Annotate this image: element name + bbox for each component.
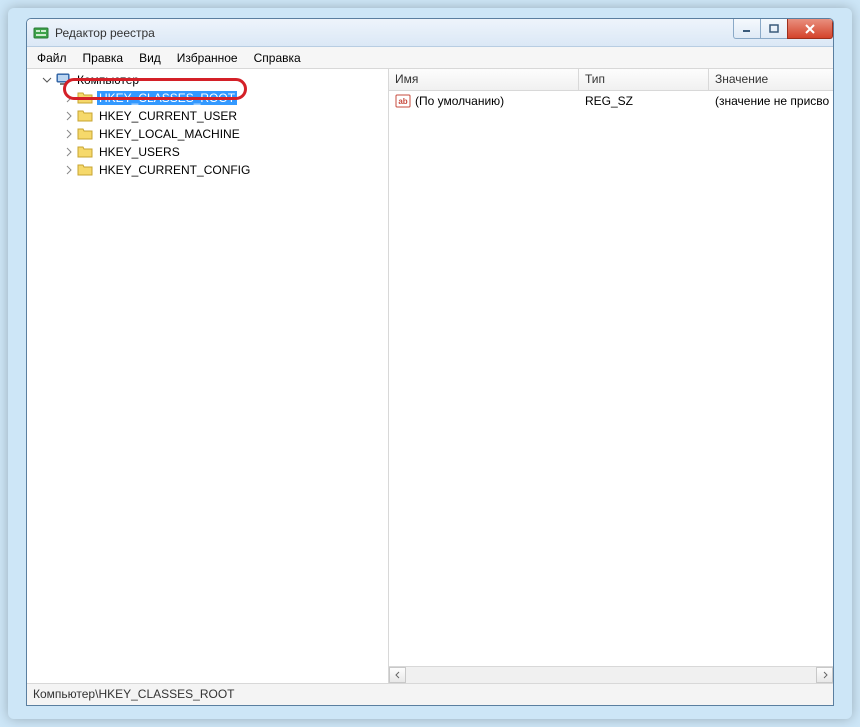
maximize-button[interactable] (760, 19, 788, 39)
window-title: Редактор реестра (55, 26, 155, 40)
tree-root[interactable]: Компьютер (29, 71, 388, 89)
tree-item-hku[interactable]: HKEY_USERS (29, 143, 388, 161)
app-window: Редактор реестра Файл Правка Вид Избранн… (26, 18, 834, 706)
list-item-default[interactable]: ab (По умолчанию) REG_SZ (значение не пр… (389, 92, 833, 110)
list-header: Имя Тип Значение (389, 69, 833, 91)
scroll-left-button[interactable] (389, 667, 406, 683)
svg-text:ab: ab (398, 97, 407, 106)
folder-icon (77, 144, 93, 160)
menu-favorites[interactable]: Избранное (169, 47, 246, 68)
folder-icon (77, 108, 93, 124)
list-body[interactable]: ab (По умолчанию) REG_SZ (значение не пр… (389, 91, 833, 666)
menu-edit[interactable]: Правка (75, 47, 132, 68)
tree-label: HKEY_USERS (97, 145, 182, 159)
tree-pane[interactable]: Компьютер HKEY_CLASSES_ROOT (27, 69, 389, 683)
expand-icon[interactable] (63, 92, 75, 104)
menu-help[interactable]: Справка (246, 47, 309, 68)
collapse-icon[interactable] (41, 74, 53, 86)
menubar: Файл Правка Вид Избранное Справка (27, 47, 833, 69)
app-icon (33, 25, 49, 41)
col-name[interactable]: Имя (389, 69, 579, 90)
client-area: Компьютер HKEY_CLASSES_ROOT (27, 69, 833, 683)
tree-label: HKEY_LOCAL_MACHINE (97, 127, 242, 141)
close-button[interactable] (787, 19, 833, 39)
tree-label: HKEY_CURRENT_CONFIG (97, 163, 252, 177)
value-data: (значение не присво (709, 94, 833, 108)
horizontal-scrollbar[interactable] (389, 666, 833, 683)
expand-icon[interactable] (63, 128, 75, 140)
string-value-icon: ab (395, 93, 411, 109)
minimize-button[interactable] (733, 19, 761, 39)
value-type: REG_SZ (579, 94, 709, 108)
menu-view[interactable]: Вид (131, 47, 169, 68)
titlebar[interactable]: Редактор реестра (27, 19, 833, 47)
folder-icon (77, 162, 93, 178)
col-type[interactable]: Тип (579, 69, 709, 90)
expand-icon[interactable] (63, 146, 75, 158)
col-value[interactable]: Значение (709, 69, 833, 90)
tree-item-hkcu[interactable]: HKEY_CURRENT_USER (29, 107, 388, 125)
scroll-track[interactable] (406, 667, 816, 683)
tree-item-hkcr[interactable]: HKEY_CLASSES_ROOT (29, 89, 388, 107)
window-controls (734, 19, 833, 39)
value-name: (По умолчанию) (415, 94, 504, 108)
tree-label: HKEY_CURRENT_USER (97, 109, 239, 123)
tree-item-hklm[interactable]: HKEY_LOCAL_MACHINE (29, 125, 388, 143)
status-path: Компьютер\HKEY_CLASSES_ROOT (33, 687, 235, 701)
expand-icon[interactable] (63, 110, 75, 122)
folder-icon (77, 90, 93, 106)
menu-file[interactable]: Файл (29, 47, 75, 68)
folder-icon (77, 126, 93, 142)
expand-icon[interactable] (63, 164, 75, 176)
scroll-right-button[interactable] (816, 667, 833, 683)
tree-item-hkcc[interactable]: HKEY_CURRENT_CONFIG (29, 161, 388, 179)
list-pane: Имя Тип Значение ab (По умолчанию) (389, 69, 833, 683)
tree-label: Компьютер (75, 73, 141, 87)
statusbar: Компьютер\HKEY_CLASSES_ROOT (27, 683, 833, 705)
computer-icon (55, 72, 71, 88)
tree-label: HKEY_CLASSES_ROOT (97, 91, 237, 105)
